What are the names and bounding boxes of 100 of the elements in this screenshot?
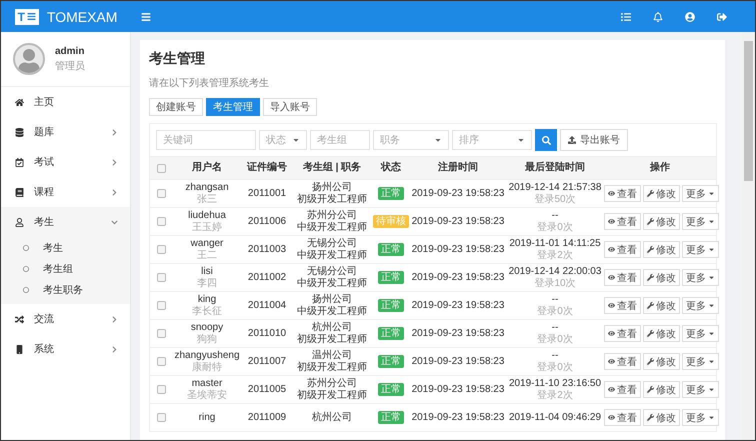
real-name: 康耐特 (192, 362, 222, 373)
action-button[interactable]: 查看 (604, 213, 641, 230)
id-number: 2011006 (248, 216, 286, 228)
action-button[interactable]: 更多 (682, 353, 719, 370)
action-button[interactable]: 查看 (604, 297, 641, 314)
username: king (198, 294, 216, 306)
action-button[interactable]: 修改 (643, 353, 680, 370)
action-button[interactable]: 更多 (682, 409, 719, 426)
register-time: 2019-09-23 19:58:23 (412, 356, 504, 368)
action-button[interactable]: 查看 (604, 353, 641, 370)
action-button[interactable]: 更多 (682, 297, 719, 314)
register-time: 2019-09-23 19:58:23 (412, 384, 504, 396)
login-count: 登录0次 (537, 222, 573, 233)
position: 初级开发工程师 (297, 390, 367, 401)
status-badge: 正常 (378, 326, 404, 340)
action-button[interactable]: 查看 (604, 325, 641, 342)
checkbox[interactable] (156, 357, 166, 366)
position: 初级开发工程师 (297, 362, 367, 373)
column-header: 状态 (381, 162, 401, 174)
action-button[interactable]: 更多 (682, 381, 719, 398)
status-badge: 正常 (378, 298, 404, 312)
user-role: 管理员 (55, 60, 85, 72)
calendar-icon (15, 158, 24, 166)
column-header: 最后登陆时间 (525, 162, 585, 174)
action-button[interactable]: 修改 (643, 269, 680, 286)
checkbox[interactable] (156, 301, 166, 310)
menu-icon[interactable] (141, 12, 151, 22)
position: 中级开发工程师 (297, 222, 367, 233)
list-icon[interactable] (621, 12, 631, 22)
action-button[interactable]: 修改 (643, 409, 680, 426)
tab[interactable]: 考生管理 (206, 98, 260, 116)
status-badge: 待审核 (373, 214, 409, 228)
search-button[interactable] (535, 129, 557, 151)
checkbox[interactable] (156, 164, 166, 172)
bell-icon[interactable] (653, 12, 663, 22)
checkbox[interactable] (156, 189, 166, 198)
sidebar-subitem[interactable]: 考生职务 (1, 279, 130, 300)
filter-field[interactable]: 考生组 (310, 130, 370, 150)
action-button[interactable]: 修改 (643, 297, 680, 314)
action-button[interactable]: 修改 (643, 213, 680, 230)
search-icon (542, 136, 550, 144)
tab[interactable]: 导入账号 (263, 98, 317, 116)
action-button[interactable]: 查看 (604, 409, 641, 426)
id-number: 2011002 (248, 272, 286, 284)
wrench-icon (647, 218, 654, 225)
checkbox[interactable] (156, 329, 166, 338)
last-login-time: -- (552, 322, 558, 334)
real-name: 王二 (197, 250, 217, 261)
last-login-time: 2019-12-14 22:00:03 (508, 266, 602, 278)
chevron-right-icon (111, 316, 118, 322)
real-name: 王玉婷 (192, 222, 222, 233)
book-icon (15, 188, 24, 196)
action-button[interactable]: 修改 (643, 325, 680, 342)
user-icon[interactable] (685, 12, 695, 22)
checkbox[interactable] (156, 385, 166, 394)
tab[interactable]: 创建账号 (149, 98, 203, 116)
avatar (13, 43, 45, 75)
caret-icon (708, 358, 715, 365)
checkbox[interactable] (156, 217, 166, 226)
phone-icon (15, 344, 24, 354)
export-button[interactable]: 导出账号 (560, 129, 628, 151)
position: 中级开发工程师 (297, 278, 367, 289)
sidebar-subitem[interactable]: 考生组 (1, 258, 130, 279)
caret-icon (708, 414, 715, 421)
status-badge: 正常 (378, 242, 404, 256)
database-icon (15, 128, 24, 136)
last-login-time: -- (552, 294, 558, 306)
last-login-time: 2019-11-04 09:46:29 (508, 412, 602, 424)
action-button[interactable]: 查看 (604, 185, 641, 202)
logout-icon[interactable] (717, 12, 727, 22)
sidebar-subitem[interactable]: 考生 (1, 237, 130, 258)
sidebar-item[interactable]: 考生 (1, 207, 130, 237)
action-button[interactable]: 修改 (643, 185, 680, 202)
login-count: 登录50次 (534, 194, 576, 205)
id-number: 2011010 (248, 328, 286, 340)
action-button[interactable]: 查看 (604, 241, 641, 258)
column-header: 考生组 | 职务 (302, 162, 362, 174)
register-time: 2019-09-23 19:58:23 (412, 272, 504, 284)
login-count: 登录0次 (537, 362, 573, 373)
checkbox[interactable] (156, 413, 166, 422)
eye-icon (608, 218, 615, 225)
action-button[interactable]: 查看 (604, 269, 641, 286)
action-button[interactable]: 更多 (682, 185, 719, 202)
action-button[interactable]: 更多 (682, 325, 719, 342)
action-button[interactable]: 更多 (682, 213, 719, 230)
filter-field[interactable]: 关键词 (156, 130, 256, 150)
eye-icon (608, 246, 615, 253)
checkbox[interactable] (156, 273, 166, 282)
action-button[interactable]: 更多 (682, 241, 719, 258)
action-button[interactable]: 修改 (643, 241, 680, 258)
id-number: 2011001 (248, 188, 286, 200)
checkbox[interactable] (156, 245, 166, 254)
action-button[interactable]: 修改 (643, 381, 680, 398)
action-button[interactable]: 更多 (682, 269, 719, 286)
register-time: 2019-09-23 19:58:23 (412, 216, 504, 228)
action-button[interactable]: 查看 (604, 381, 641, 398)
register-time: 2019-09-23 19:58:23 (412, 412, 504, 424)
username: wanger (190, 238, 224, 250)
scrollbar[interactable] (742, 32, 755, 440)
group-name: 无锡分公司 (307, 238, 357, 250)
